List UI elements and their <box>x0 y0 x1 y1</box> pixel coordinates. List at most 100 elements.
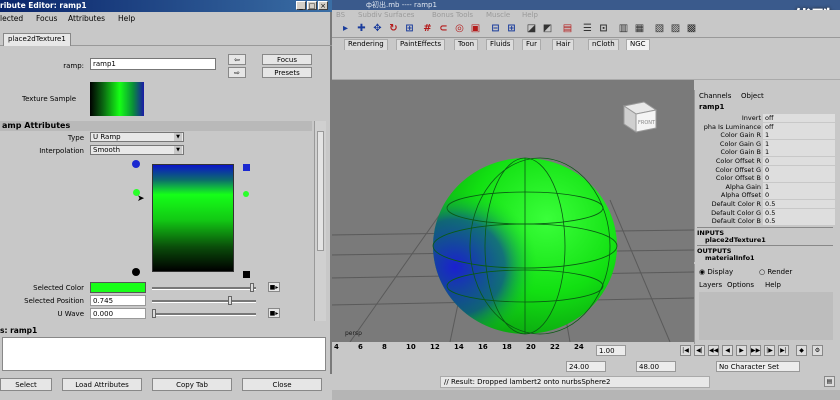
channel-value[interactable]: 0.5 <box>763 208 835 217</box>
u-wave-knob[interactable] <box>152 309 156 318</box>
texture-sample-swatch[interactable] <box>90 82 144 116</box>
copy-tab-button[interactable]: Copy Tab <box>152 378 232 391</box>
step-forward-icon[interactable]: ▶▶ <box>750 345 761 356</box>
move-tool-icon[interactable]: ✥ <box>372 23 383 35</box>
close-button[interactable]: Close <box>242 378 322 391</box>
time-slider[interactable]: 4 6 8 10 12 14 16 18 20 22 24 1.00 <box>330 342 694 358</box>
character-set-field[interactable]: No Character Set <box>716 361 800 372</box>
channels-menu[interactable]: Channels <box>699 92 731 100</box>
object-menu[interactable]: Object <box>741 92 764 100</box>
ramp-handle-mid-delete[interactable] <box>243 191 249 197</box>
presets-button[interactable]: Presets <box>262 67 312 78</box>
channel-value[interactable]: 1 <box>763 131 835 140</box>
channel-value[interactable]: 0 <box>763 157 835 165</box>
ramp-handle-top-circle[interactable] <box>132 160 140 168</box>
selected-position-slider[interactable] <box>152 300 256 303</box>
u-wave-field[interactable]: 0.000 <box>90 308 146 319</box>
maximize-icon[interactable]: □ <box>307 1 317 10</box>
ae-menu-help[interactable]: Help <box>118 14 135 23</box>
selected-color-swatch[interactable] <box>90 282 146 293</box>
ramp-gradient-editor[interactable] <box>152 164 234 272</box>
ae-scroll-thumb[interactable] <box>317 131 324 251</box>
end-time-field[interactable]: 24.00 <box>566 361 606 372</box>
current-time-field[interactable]: 1.00 <box>596 345 626 356</box>
attribute-icon[interactable]: ▨ <box>670 23 681 35</box>
ae-menu-attributes[interactable]: Attributes <box>68 14 105 23</box>
ae-menu-selected[interactable]: lected <box>0 14 23 23</box>
play-back-icon[interactable]: ◀ <box>722 345 733 356</box>
lasso-icon[interactable]: ✚ <box>356 23 367 35</box>
anim-end-field[interactable]: 48.00 <box>636 361 676 372</box>
maya-menu-bs[interactable]: BS <box>336 11 345 19</box>
layers-menu[interactable]: Layers <box>699 281 722 289</box>
u-wave-slider[interactable] <box>152 313 256 316</box>
selected-position-knob[interactable] <box>228 296 232 305</box>
ramp-name-field[interactable]: ramp1 <box>90 58 216 70</box>
ae-scrollbar[interactable] <box>314 121 326 321</box>
channel-value[interactable]: 0 <box>763 191 835 200</box>
render-layers-radio[interactable]: ○ Render <box>759 268 792 276</box>
render-icon[interactable]: ◪ <box>526 23 537 35</box>
output-connection-icon[interactable]: ⇨ <box>228 67 246 78</box>
channel-value[interactable]: 1 <box>763 148 835 157</box>
keyframe-icon[interactable]: ◆ <box>796 345 807 356</box>
step-forward-key-icon[interactable]: |▶ <box>764 345 775 356</box>
channel-value[interactable]: 0.5 <box>763 217 835 226</box>
ramp-attributes-header[interactable]: amp Attributes <box>0 121 312 131</box>
channel-value[interactable]: 1 <box>763 139 835 148</box>
select-button[interactable]: Select <box>0 378 52 391</box>
snapshot-icon[interactable]: ▥ <box>618 23 629 35</box>
render-settings-icon[interactable]: ▤ <box>562 23 573 35</box>
ramp-handle-bottom-circle[interactable] <box>132 268 140 276</box>
close-icon[interactable]: × <box>318 1 328 10</box>
channel-value[interactable]: off <box>763 122 835 131</box>
select-tool-icon[interactable]: ▸ <box>340 23 351 35</box>
help-menu[interactable]: Help <box>765 281 781 289</box>
ae-titlebar[interactable]: ribute Editor: ramp1 _ □ × <box>0 0 332 12</box>
3d-viewport[interactable]: FRONT <box>330 80 694 342</box>
play-forward-icon[interactable]: ▶ <box>736 345 747 356</box>
options-menu[interactable]: Options <box>727 281 754 289</box>
scale-tool-icon[interactable]: ⊞ <box>404 23 415 35</box>
map-button-icon[interactable]: ■▸ <box>268 308 280 318</box>
prefs-icon[interactable]: ⚙ <box>812 345 823 356</box>
input-node[interactable]: place2dTexture1 <box>705 236 766 244</box>
ramp-handle-top-delete[interactable] <box>243 164 250 171</box>
outliner-icon[interactable]: ⊡ <box>598 23 609 35</box>
selected-color-knob[interactable] <box>250 283 254 292</box>
channel-value[interactable]: off <box>763 114 835 122</box>
channel-value[interactable]: 0.5 <box>763 200 835 208</box>
input-connection-icon[interactable]: ⇦ <box>228 54 246 65</box>
maya-menu-bonus[interactable]: Bonus Tools <box>432 11 473 19</box>
rotate-tool-icon[interactable]: ↻ <box>388 23 399 35</box>
history-icon[interactable]: ⊟ <box>490 23 501 35</box>
go-to-start-icon[interactable]: |◀ <box>680 345 691 356</box>
construction-icon[interactable]: ⊞ <box>506 23 517 35</box>
notes-textarea[interactable] <box>2 337 326 371</box>
snap-grid-icon[interactable]: # <box>422 23 433 35</box>
layer-list[interactable] <box>699 292 833 340</box>
ae-menu-focus[interactable]: Focus <box>36 14 57 23</box>
output-node[interactable]: materialInfo1 <box>705 254 755 262</box>
script-editor-icon[interactable]: ▤ <box>824 376 835 387</box>
selected-position-field[interactable]: 0.745 <box>90 295 146 306</box>
snap-point-icon[interactable]: ◎ <box>454 23 465 35</box>
view-icon[interactable]: ▦ <box>634 23 645 35</box>
minimize-icon[interactable]: _ <box>296 1 306 10</box>
channel-value[interactable]: 1 <box>763 182 835 191</box>
channel-value[interactable]: 0 <box>763 165 835 174</box>
tab-place2dtexture[interactable]: place2dTexture1 <box>3 33 71 46</box>
map-button-icon[interactable]: ■▸ <box>268 282 280 292</box>
step-back-key-icon[interactable]: ◀| <box>694 345 705 356</box>
channel-row[interactable]: Default Color B 0.5 <box>695 217 837 226</box>
channel-box-object-name[interactable]: ramp1 <box>699 103 724 111</box>
hypershade-icon[interactable]: ☰ <box>582 23 593 35</box>
snap-curve-icon[interactable]: ⊂ <box>438 23 449 35</box>
tool-settings-icon[interactable]: ▩ <box>686 23 697 35</box>
step-back-icon[interactable]: ◀◀ <box>708 345 719 356</box>
view-cube[interactable] <box>622 101 658 133</box>
maya-menu-muscle[interactable]: Muscle <box>486 11 510 19</box>
focus-button[interactable]: Focus <box>262 54 312 65</box>
ipr-render-icon[interactable]: ◩ <box>542 23 553 35</box>
channel-value[interactable]: 0 <box>763 174 835 183</box>
